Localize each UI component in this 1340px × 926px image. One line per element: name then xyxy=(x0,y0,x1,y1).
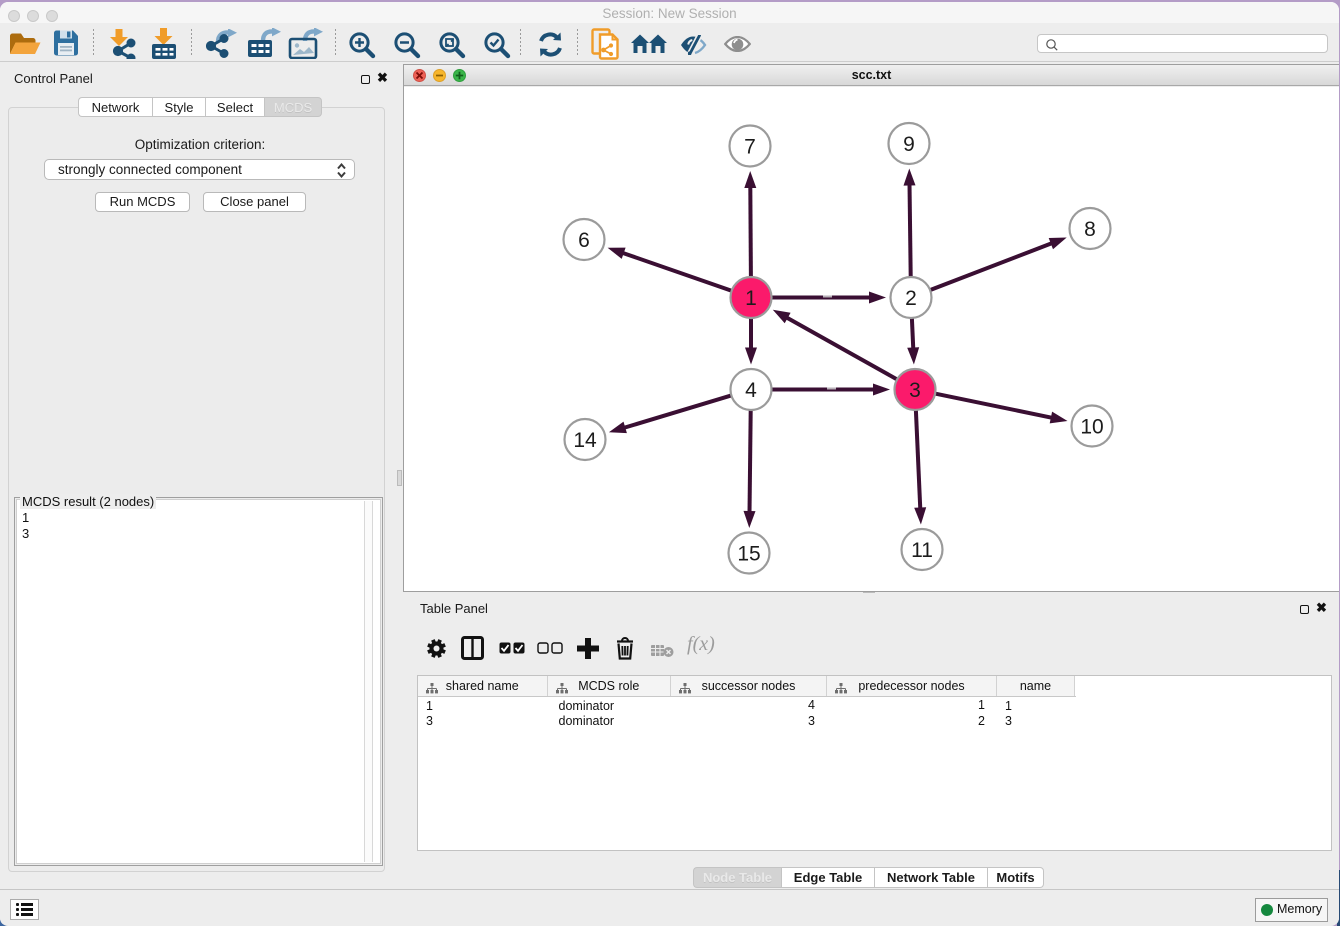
svg-text:6: 6 xyxy=(578,229,590,252)
svg-text:8: 8 xyxy=(1084,218,1096,241)
svg-text:10: 10 xyxy=(1080,416,1103,439)
svg-text:1: 1 xyxy=(745,287,757,310)
svg-text:14: 14 xyxy=(573,429,597,452)
svg-text:11: 11 xyxy=(911,539,933,562)
svg-text:15: 15 xyxy=(737,543,760,566)
svg-text:9: 9 xyxy=(903,133,915,156)
svg-text:7: 7 xyxy=(744,136,756,159)
svg-text:3: 3 xyxy=(909,379,921,402)
svg-text:4: 4 xyxy=(745,379,757,402)
svg-text:2: 2 xyxy=(905,287,917,310)
